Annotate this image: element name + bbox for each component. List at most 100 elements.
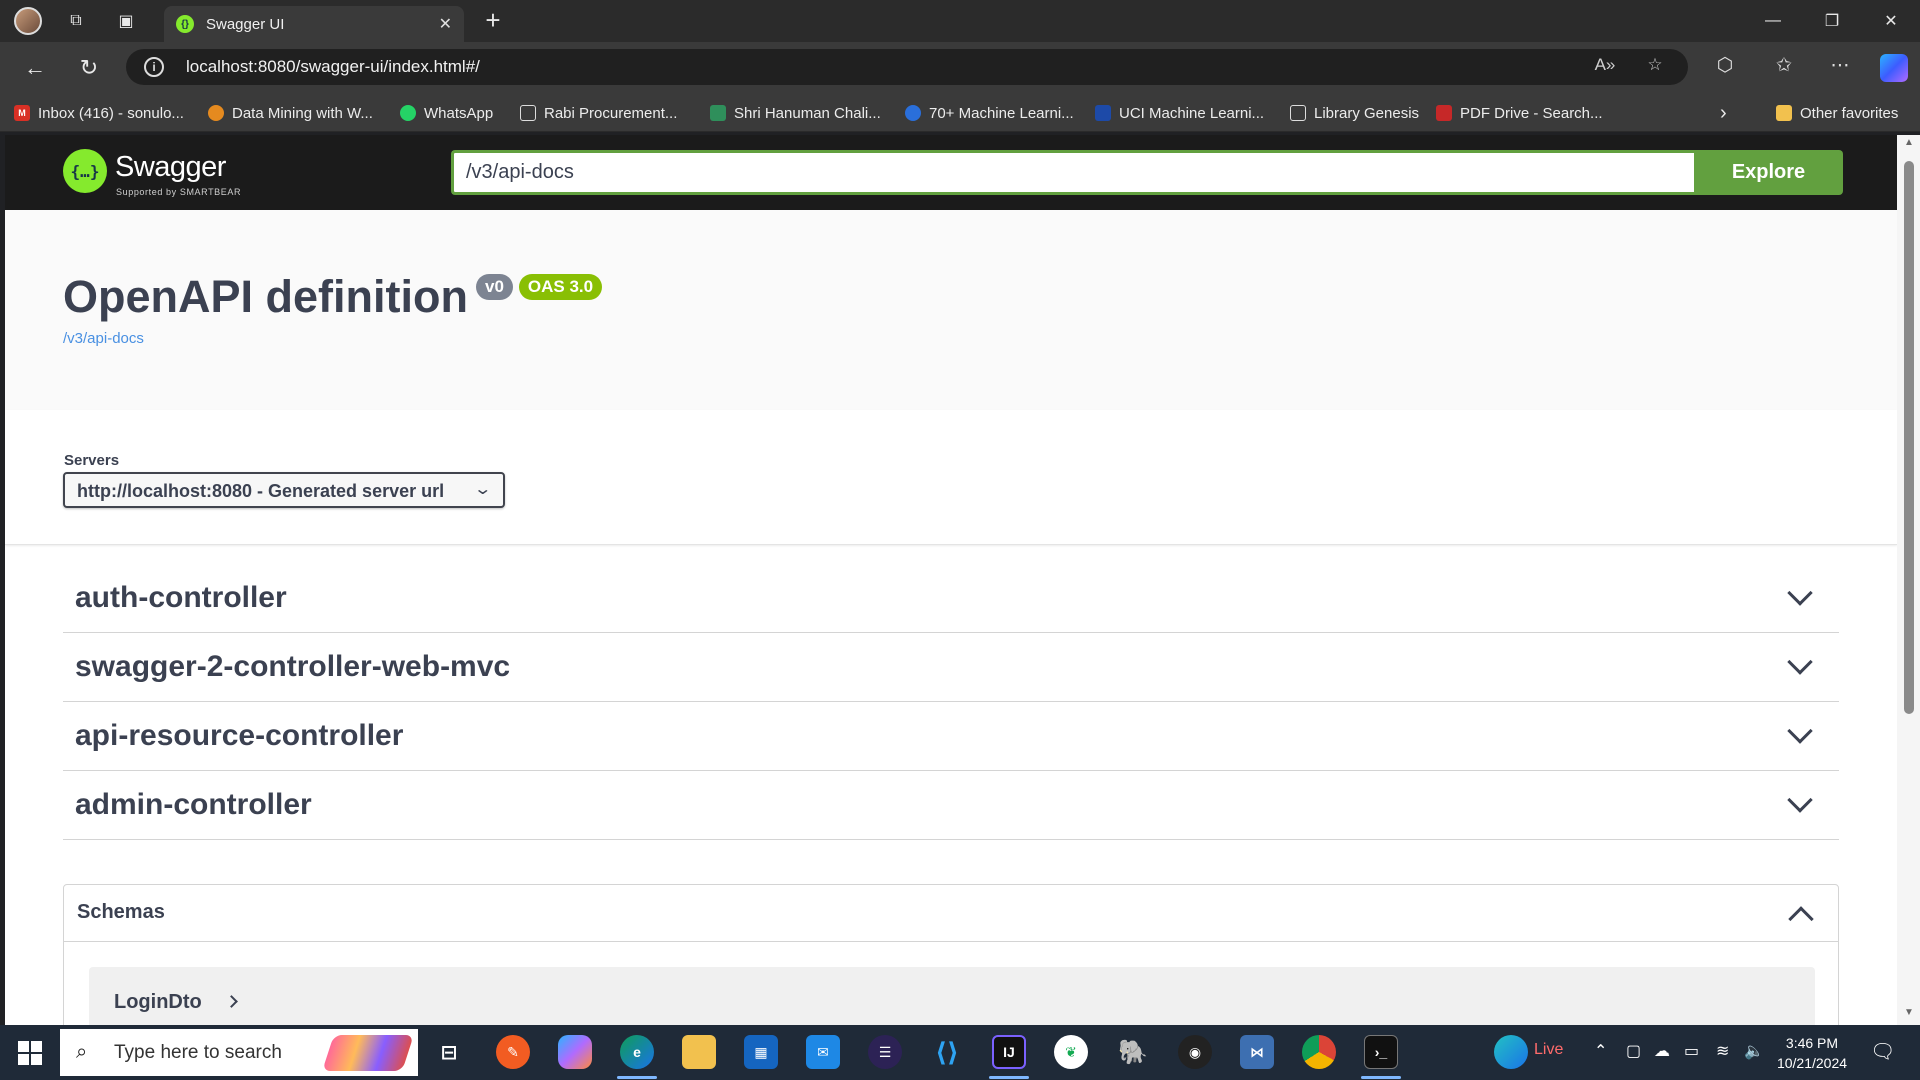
chevron-down-icon: ⌄ — [472, 481, 492, 498]
bird-icon — [710, 105, 726, 121]
windows-start-icon[interactable] — [18, 1041, 42, 1065]
eclipse-icon[interactable]: ☰ — [868, 1035, 902, 1069]
spec-url-input[interactable]: /v3/api-docs — [451, 150, 1694, 195]
uci-icon — [1095, 105, 1111, 121]
cricket-live-icon[interactable] — [1494, 1035, 1528, 1069]
tag-swagger-2-controller-web-mvc[interactable]: swagger-2-controller-web-mvc — [63, 633, 1839, 702]
read-aloud-icon[interactable]: A» — [1592, 55, 1618, 79]
swagger-logo-icon[interactable]: {…} — [63, 149, 107, 193]
browser-navbar: ← ↻ i localhost:8080/swagger-ui/index.ht… — [0, 42, 1920, 92]
explore-button[interactable]: Explore — [1694, 150, 1843, 195]
more-menu-icon[interactable]: ⋯ — [1826, 54, 1854, 82]
file-explorer-icon[interactable] — [682, 1035, 716, 1069]
ms-store-icon[interactable]: ▦ — [744, 1035, 778, 1069]
bookmark-gmail[interactable]: M Inbox (416) - sonulo... — [14, 102, 184, 124]
spec-link[interactable]: /v3/api-docs — [63, 330, 144, 347]
bookmark-ml[interactable]: 70+ Machine Learni... — [905, 102, 1074, 124]
extensions-icon[interactable]: ⬡ — [1711, 54, 1739, 82]
tab-actions-icon[interactable]: ▣ — [112, 7, 140, 35]
workspaces-icon[interactable]: ⧉ — [62, 7, 90, 35]
weka-icon — [208, 105, 224, 121]
tag-api-resource-controller[interactable]: api-resource-controller — [63, 702, 1839, 771]
servers-select[interactable]: http://localhost:8080 - Generated server… — [63, 472, 505, 508]
chevron-down-icon[interactable] — [1787, 787, 1813, 813]
tag-title: swagger-2-controller-web-mvc — [75, 650, 511, 683]
taskbar-search[interactable]: ⌕ Type here to search — [60, 1029, 418, 1076]
whatsapp-icon — [400, 105, 416, 121]
schema-item-logindto[interactable]: LoginDto — [89, 967, 1815, 1025]
clock-time: 3:46 PM — [1785, 1035, 1839, 1051]
favorite-star-icon[interactable]: ☆ — [1642, 55, 1668, 79]
bookmark-whatsapp[interactable]: WhatsApp — [400, 102, 493, 124]
tab-close-icon[interactable]: ✕ — [439, 14, 452, 34]
copilot-icon[interactable] — [1880, 54, 1908, 82]
tab-swagger-ui[interactable]: {} Swagger UI ✕ — [164, 6, 464, 42]
chevron-down-icon[interactable] — [1787, 649, 1813, 675]
postgres-icon[interactable]: 🐘 — [1116, 1035, 1150, 1069]
windows-taskbar: ⌕ Type here to search ⊟ ✎ e ▦ ✉ ☰ ⟨⟩ IJ … — [0, 1025, 1920, 1080]
chevron-right-icon[interactable] — [225, 995, 238, 1008]
search-icon: ⌕ — [76, 1040, 88, 1063]
page-scrollbar[interactable]: ▲ ▼ — [1897, 135, 1920, 1025]
bookmark-uci[interactable]: UCI Machine Learni... — [1095, 102, 1264, 124]
scroll-thumb[interactable] — [1904, 161, 1914, 714]
intellij-icon[interactable]: IJ — [992, 1035, 1026, 1069]
onedrive-cloud-icon[interactable]: ☁ — [1654, 1041, 1670, 1061]
chevron-up-icon[interactable] — [1788, 906, 1814, 932]
mail-icon[interactable]: ✉ — [806, 1035, 840, 1069]
tray-device-icon[interactable]: ▢ — [1626, 1041, 1641, 1061]
copilot-app-icon[interactable] — [558, 1035, 592, 1069]
bookmark-other-favorites[interactable]: Other favorites — [1776, 102, 1898, 124]
address-bar[interactable]: i localhost:8080/swagger-ui/index.html#/… — [126, 49, 1688, 85]
favorites-icon[interactable]: ✩ — [1770, 54, 1798, 82]
schemas-section: Schemas LoginDto — [63, 884, 1839, 1025]
wifi-icon[interactable]: ≋ — [1716, 1041, 1729, 1061]
mysql-workbench-icon[interactable]: ⋈ — [1240, 1035, 1274, 1069]
edge-browser-icon[interactable]: e — [620, 1035, 654, 1069]
app-pen-icon[interactable]: ✎ — [496, 1035, 530, 1069]
url-text[interactable]: localhost:8080/swagger-ui/index.html#/ — [186, 57, 480, 77]
bookmark-rabi[interactable]: Rabi Procurement... — [520, 102, 677, 124]
tab-title: Swagger UI — [206, 15, 285, 33]
terminal-icon[interactable]: ›_ — [1364, 1035, 1398, 1069]
bookmark-pdfdrive[interactable]: PDF Drive - Search... — [1436, 102, 1603, 124]
close-window-button[interactable]: ✕ — [1862, 0, 1920, 42]
tray-chevron-up-icon[interactable]: ⌃ — [1594, 1041, 1607, 1061]
taskbar-search-placeholder: Type here to search — [114, 1041, 282, 1063]
vscode-icon[interactable]: ⟨⟩ — [930, 1035, 964, 1069]
active-app-indicator — [617, 1076, 657, 1079]
bookmarks-overflow-chevron-icon[interactable]: › — [1720, 102, 1727, 124]
schemas-title: Schemas — [77, 901, 165, 923]
mongodb-icon[interactable]: ❦ — [1054, 1035, 1088, 1069]
schemas-header[interactable]: Schemas — [64, 885, 1838, 942]
bookmark-weka[interactable]: Data Mining with W... — [208, 102, 373, 124]
tag-auth-controller[interactable]: auth-controller — [63, 564, 1839, 633]
bookmark-libgen[interactable]: Library Genesis — [1290, 102, 1419, 124]
task-view-icon[interactable]: ⊟ — [432, 1035, 466, 1069]
taskbar-clock[interactable]: 3:46 PM 10/21/2024 — [1764, 1033, 1860, 1073]
chevron-down-icon[interactable] — [1787, 718, 1813, 744]
scroll-up-arrow-icon[interactable]: ▲ — [1902, 137, 1916, 151]
clock-date: 10/21/2024 — [1776, 1055, 1848, 1071]
chevron-down-icon[interactable] — [1787, 580, 1813, 606]
scroll-down-arrow-icon[interactable]: ▼ — [1902, 1007, 1916, 1021]
tag-title: api-resource-controller — [75, 719, 404, 752]
battery-icon[interactable]: ▭ — [1684, 1041, 1699, 1061]
profile-avatar[interactable] — [14, 7, 42, 35]
back-arrow-icon[interactable]: ← — [19, 52, 51, 84]
chrome-icon[interactable] — [1302, 1035, 1336, 1069]
minimize-button[interactable]: — — [1744, 0, 1802, 42]
page-title: OpenAPI definition — [63, 271, 468, 322]
page-icon — [520, 105, 536, 121]
tag-admin-controller[interactable]: admin-controller — [63, 771, 1839, 840]
refresh-icon[interactable]: ↻ — [73, 52, 105, 84]
swagger-brand[interactable]: Swagger — [115, 151, 226, 184]
notifications-icon[interactable]: 🗨 — [1870, 1039, 1895, 1064]
restore-button[interactable]: ❐ — [1803, 0, 1861, 42]
obs-icon[interactable]: ◉ — [1178, 1035, 1212, 1069]
live-label[interactable]: Live — [1534, 1041, 1563, 1059]
volume-icon[interactable]: 🔈 — [1744, 1041, 1764, 1061]
bookmark-hanuman[interactable]: Shri Hanuman Chali... — [710, 102, 881, 124]
new-tab-button[interactable]: + — [478, 6, 508, 36]
site-info-icon[interactable]: i — [144, 57, 164, 77]
